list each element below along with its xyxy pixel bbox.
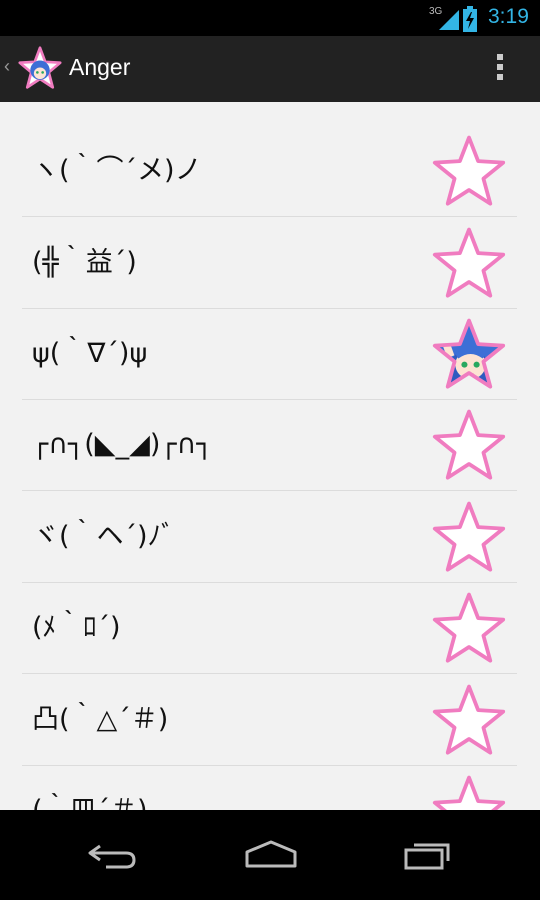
screen-title: Anger — [69, 54, 131, 80]
home-icon[interactable] — [243, 838, 299, 872]
status-bar: 3G 3:19 — [0, 0, 540, 36]
action-bar: ‹ Anger — [0, 36, 540, 102]
list-item[interactable]: ヾ(｀ヘ´)ﾉﾞ — [22, 491, 517, 583]
list-item[interactable]: (｀皿´＃) — [22, 765, 517, 810]
signal-icon — [439, 10, 459, 30]
list-item[interactable]: (╬｀益´) — [22, 217, 517, 309]
list-item[interactable]: (ﾒ｀ﾛ´) — [22, 582, 517, 674]
emoticon-text[interactable]: ヽ(｀⌒´メ)ノ — [32, 125, 202, 216]
chevron-left-icon[interactable]: ‹ — [4, 56, 10, 77]
emoticon-text[interactable]: ψ(｀∇´)ψ — [32, 308, 147, 399]
emoticon-text[interactable]: (ﾒ｀ﾛ´) — [32, 582, 121, 673]
back-icon[interactable] — [86, 838, 138, 872]
emoticon-list[interactable]: ヽ(｀⌒´メ)ノ (╬｀益´) ψ(｀∇´)ψ ┌∩┐(◣_◢)┌∩┐ ヾ(｀ヘ… — [0, 102, 540, 810]
list-item[interactable]: ψ(｀∇´)ψ — [22, 308, 517, 400]
favorited-star-icon[interactable] — [430, 316, 508, 392]
star-outline-icon[interactable] — [430, 773, 508, 810]
list-item[interactable]: ┌∩┐(◣_◢)┌∩┐ — [22, 399, 517, 491]
star-outline-icon[interactable] — [430, 499, 508, 575]
star-outline-icon[interactable] — [430, 590, 508, 666]
list-item[interactable]: 凸(｀△´＃) — [22, 674, 517, 766]
overflow-menu-icon[interactable] — [490, 50, 510, 90]
star-outline-icon[interactable] — [430, 682, 508, 758]
anime-star-icon[interactable] — [18, 46, 62, 90]
emoticon-text[interactable]: ヾ(｀ヘ´)ﾉﾞ — [32, 491, 175, 582]
emoticon-text[interactable]: (｀皿´＃) — [32, 765, 148, 810]
emoticon-text[interactable]: ┌∩┐(◣_◢)┌∩┐ — [32, 399, 213, 490]
clock: 3:19 — [488, 5, 529, 28]
emoticon-text[interactable]: (╬｀益´) — [32, 217, 137, 308]
emoticon-text[interactable]: 凸(｀△´＃) — [32, 674, 168, 765]
star-outline-icon[interactable] — [430, 225, 508, 301]
star-outline-icon[interactable] — [430, 407, 508, 483]
list-item[interactable]: ヽ(｀⌒´メ)ノ — [22, 125, 517, 217]
navigation-bar — [0, 810, 540, 900]
recent-apps-icon[interactable] — [402, 838, 454, 872]
battery-charging-icon — [463, 6, 477, 32]
star-outline-icon[interactable] — [430, 133, 508, 209]
